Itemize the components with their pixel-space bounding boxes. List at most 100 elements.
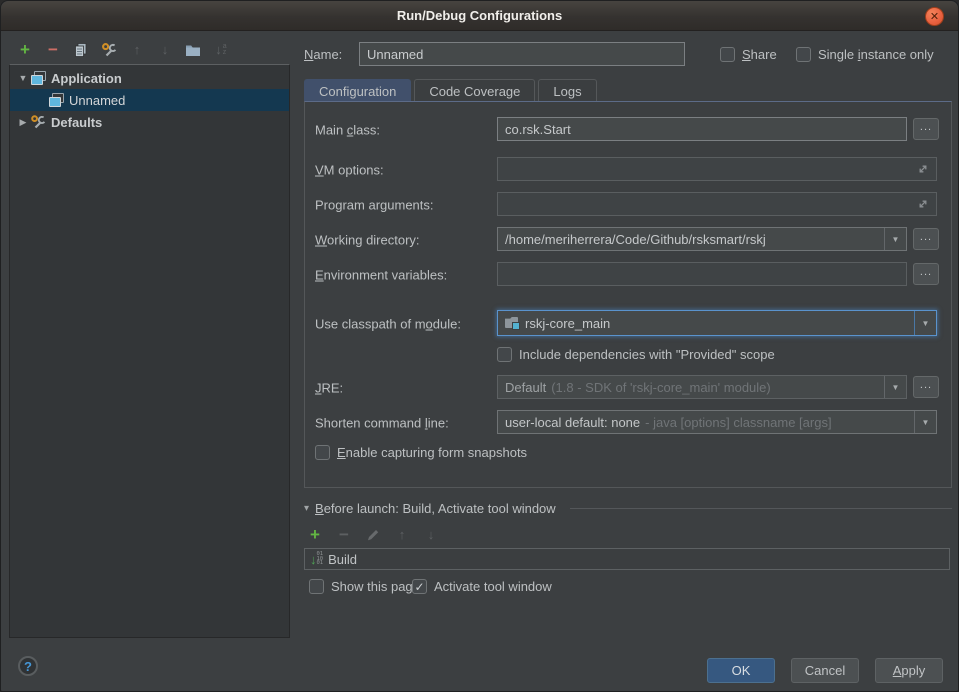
collapse-icon[interactable]: ▶: [16, 117, 30, 128]
main-class-row: Main class: co.rsk.Start ...: [315, 117, 943, 143]
arrow-up-icon: ↑: [399, 527, 406, 543]
module-combo[interactable]: rskj-core_main ▼: [497, 310, 937, 336]
edit-task-button[interactable]: [365, 527, 381, 543]
name-input[interactable]: [359, 42, 685, 66]
environment-variables-row: Environment variables: ...: [315, 262, 943, 288]
vm-options-row: VM options:: [315, 157, 943, 183]
vm-options-field[interactable]: [497, 157, 937, 181]
configuration-panel: Main class: co.rsk.Start ... VM options:…: [304, 101, 952, 488]
remove-configuration-button[interactable]: −: [45, 42, 61, 58]
dropdown-button[interactable]: ▼: [914, 311, 936, 335]
sort-configurations-button[interactable]: ↓ az: [213, 42, 229, 58]
ellipsis-icon: ...: [920, 231, 932, 243]
close-icon: ✕: [930, 10, 939, 23]
tab-configuration[interactable]: Configuration: [304, 79, 411, 102]
environment-variables-browse-button[interactable]: ...: [913, 263, 939, 285]
working-directory-browse-button[interactable]: ...: [913, 228, 939, 250]
tree-item-defaults[interactable]: ▶ Defaults: [10, 111, 289, 133]
tree-item-label: Application: [51, 71, 122, 86]
edit-defaults-button[interactable]: [101, 42, 117, 58]
tree-item-label: Defaults: [51, 115, 102, 130]
form-snapshots-label: Enable capturing form snapshots: [337, 445, 527, 460]
show-this-page-label: Show this page: [331, 579, 420, 594]
remove-task-button[interactable]: −: [336, 527, 352, 543]
before-launch-task-build[interactable]: ↓ 01 10 01 Build: [304, 548, 950, 570]
before-launch-title: Before launch: Build, Activate tool wind…: [315, 501, 556, 516]
activate-tool-window-checkbox[interactable]: ✓ Activate tool window: [412, 579, 552, 594]
separator-line: [570, 508, 952, 509]
main-class-browse-button[interactable]: ...: [913, 118, 939, 140]
jre-label: JRE:: [315, 381, 343, 396]
create-folder-button[interactable]: [185, 42, 201, 58]
folder-icon: [185, 42, 201, 58]
sort-az-icon: az: [223, 44, 227, 56]
program-arguments-field[interactable]: [497, 192, 937, 216]
expand-icon[interactable]: ▼: [16, 73, 30, 83]
move-down-button[interactable]: ↓: [157, 42, 173, 58]
cancel-button[interactable]: Cancel: [791, 658, 859, 683]
pencil-icon: [366, 528, 380, 542]
title-bar: Run/Debug Configurations ✕: [1, 1, 958, 31]
show-this-page-checkbox[interactable]: Show this page: [309, 579, 420, 594]
help-button[interactable]: ?: [18, 656, 38, 676]
single-instance-label: Single instance only: [818, 47, 934, 62]
dropdown-button[interactable]: ▼: [914, 411, 936, 433]
jre-combo[interactable]: Default(1.8 - SDK of 'rskj-core_main' mo…: [497, 375, 907, 399]
move-task-up-button[interactable]: ↑: [394, 527, 410, 543]
minus-icon: −: [339, 527, 349, 543]
provided-scope-label: Include dependencies with "Provided" sco…: [519, 347, 775, 362]
checkbox-box[interactable]: [497, 347, 512, 362]
add-task-button[interactable]: +: [307, 527, 323, 543]
check-icon: ✓: [414, 581, 424, 593]
expand-field-icon[interactable]: [917, 163, 929, 175]
close-button[interactable]: ✕: [925, 7, 944, 26]
add-configuration-button[interactable]: +: [17, 42, 33, 58]
dropdown-button[interactable]: ▼: [884, 376, 906, 398]
share-label: Share: [742, 47, 777, 62]
checkbox-box[interactable]: [315, 445, 330, 460]
shorten-command-line-combo[interactable]: user-local default: none- java [options]…: [497, 410, 937, 434]
environment-variables-field[interactable]: [497, 262, 907, 286]
checkbox-box[interactable]: [796, 47, 811, 62]
environment-variables-label: Environment variables:: [315, 268, 447, 283]
checkbox-box[interactable]: [720, 47, 735, 62]
move-up-button[interactable]: ↑: [129, 42, 145, 58]
activate-tool-window-label: Activate tool window: [434, 579, 552, 594]
expand-field-icon[interactable]: [917, 198, 929, 210]
tree-item-unnamed[interactable]: Unnamed: [10, 89, 289, 111]
tab-logs[interactable]: Logs: [538, 79, 596, 102]
ellipsis-icon: ...: [920, 379, 932, 391]
checkbox-box[interactable]: ✓: [412, 579, 427, 594]
defaults-wrench-icon: [30, 114, 46, 130]
module-icon: [505, 317, 520, 329]
form-snapshots-checkbox[interactable]: Enable capturing form snapshots: [315, 445, 527, 460]
dropdown-button[interactable]: ▼: [884, 228, 906, 250]
checkbox-box[interactable]: [309, 579, 324, 594]
vm-options-label: VM options:: [315, 163, 384, 178]
application-icon: [30, 71, 46, 85]
arrow-down-icon: ↓: [428, 527, 435, 543]
working-directory-row: Working directory: /home/meriherrera/Cod…: [315, 227, 943, 253]
ok-button[interactable]: OK: [707, 658, 775, 683]
tab-code-coverage[interactable]: Code Coverage: [414, 79, 535, 102]
main-class-field[interactable]: co.rsk.Start: [497, 117, 907, 141]
share-checkbox[interactable]: Share: [720, 47, 777, 62]
jre-browse-button[interactable]: ...: [913, 376, 939, 398]
chevron-down-icon: ▼: [892, 235, 900, 244]
program-arguments-row: Program arguments:: [315, 192, 943, 218]
move-task-down-button[interactable]: ↓: [423, 527, 439, 543]
jre-row: JRE: Default(1.8 - SDK of 'rskj-core_mai…: [315, 375, 943, 401]
working-directory-combo[interactable]: /home/meriherrera/Code/Github/rsksmart/r…: [497, 227, 907, 251]
plus-icon: +: [20, 42, 30, 58]
provided-scope-checkbox[interactable]: Include dependencies with "Provided" sco…: [497, 347, 775, 362]
minus-icon: −: [48, 42, 58, 58]
single-instance-checkbox[interactable]: Single instance only: [796, 47, 934, 62]
configurations-toolbar: + − ↑ ↓ ↓ az: [17, 41, 229, 59]
tree-item-application[interactable]: ▼ Application: [10, 67, 289, 89]
copy-configuration-button[interactable]: [73, 42, 89, 58]
before-launch-header[interactable]: ▾ Before launch: Build, Activate tool wi…: [304, 501, 952, 516]
section-collapse-icon[interactable]: ▾: [304, 503, 309, 514]
apply-button[interactable]: Apply: [875, 658, 943, 683]
tree-item-label: Unnamed: [69, 93, 125, 108]
shorten-command-line-label: Shorten command line:: [315, 416, 449, 431]
